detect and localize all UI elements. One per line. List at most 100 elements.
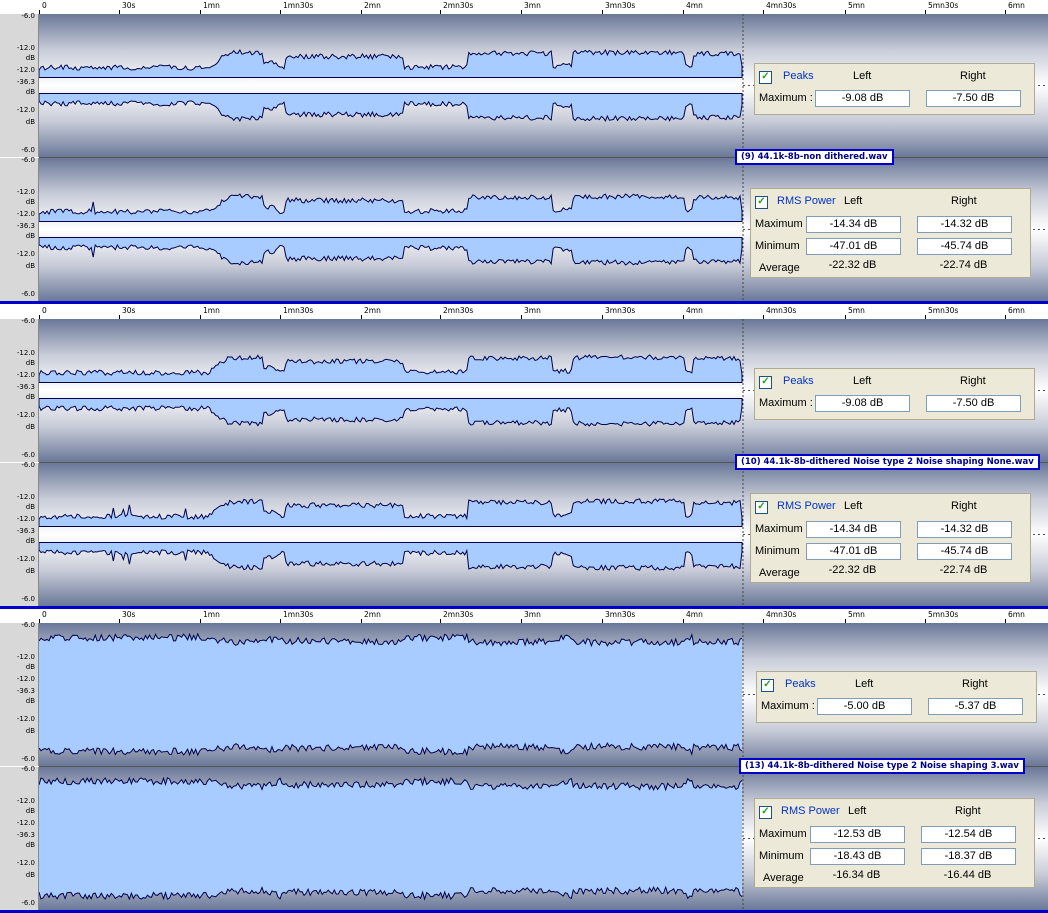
rms-minimum-label: Minimum	[755, 240, 800, 252]
ruler-tick-label: 1mn	[203, 306, 220, 315]
waveform-panel: 0 30s 1mn 1mn30s 2mn 2mn30s 3mn 3mn30s 4mn 4mn30s…	[0, 0, 1048, 304]
amplitude-axis-label: -6.0	[21, 461, 35, 469]
amplitude-axis-label: dB	[25, 807, 35, 815]
ruler-tick-label: 3mn	[524, 610, 541, 619]
peaks-max-left-value: -5.00 dB	[817, 698, 912, 715]
time-ruler[interactable]: 0 30s 1mn 1mn30s 2mn 2mn30s 3mn 3mn30s 4mn 4mn30s…	[0, 609, 1048, 624]
ruler-tick-label: 4mn30s	[766, 306, 797, 315]
amplitude-axis-label: -36.3	[16, 831, 35, 839]
ruler-tick-label: 5mn30s	[928, 610, 959, 619]
ruler-tick-label: 4mn	[686, 610, 703, 619]
rms-stats-box: ✓ RMS Power Left Right Maximum -14.34 dB -14.3…	[750, 188, 1031, 278]
amplitude-axis-label: dB	[25, 663, 35, 671]
ruler-tick-label: 30s	[122, 306, 136, 315]
amplitude-axis-label: -12.0	[16, 210, 35, 218]
rms-title: RMS Power	[777, 195, 836, 207]
amplitude-axis-label: dB	[25, 871, 35, 879]
rms-stats-box: ✓ RMS Power Left Right Maximum -12.53 dB -12.5…	[754, 798, 1035, 888]
rms-avg-right-value: -22.74 dB	[939, 259, 988, 271]
rms-max-left-value: -12.53 dB	[810, 826, 905, 843]
rms-maximum-label: Maximum	[755, 523, 803, 535]
amplitude-axis-label: -36.3	[16, 383, 35, 391]
peaks-title: Peaks	[783, 70, 814, 82]
amplitude-axis-label: -12.0	[16, 715, 35, 723]
waveform-panel: 0 30s 1mn 1mn30s 2mn 2mn30s 3mn 3mn30s 4mn 4mn30s…	[0, 305, 1048, 609]
peaks-title: Peaks	[783, 375, 814, 387]
amplitude-axis-label: -12.0	[16, 675, 35, 683]
amplitude-axis-label: -12.0	[16, 653, 35, 661]
file-title-label: (10) 44.1k-8b-dithered Noise type 2 Nois…	[735, 454, 1040, 470]
peaks-max-right-value: -5.37 dB	[928, 698, 1023, 715]
amplitude-axis-label: dB	[25, 54, 35, 62]
amplitude-axis-label: dB	[25, 841, 35, 849]
amplitude-axis-label: -12.0	[16, 66, 35, 74]
ruler-tick-label: 2mn	[364, 610, 381, 619]
ruler-tick-label: 1mn	[203, 1, 220, 10]
amplitude-axis-label: -12.0	[16, 371, 35, 379]
ruler-tick-label: 2mn30s	[443, 1, 474, 10]
amplitude-axis-label: dB	[25, 359, 35, 367]
file-title-label: (13) 44.1k-8b-dithered Noise type 2 Nois…	[739, 758, 1025, 774]
amplitude-axis-label: dB	[25, 423, 35, 431]
rms-avg-left-value: -22.32 dB	[828, 259, 877, 271]
peaks-stats-box: ✓ Peaks Left Right Maximum : -9.08 dB -7.50 dB	[754, 368, 1035, 420]
rms-right-header: Right	[955, 805, 981, 817]
peaks-maximum-label: Maximum :	[761, 700, 815, 712]
amplitude-axis-label: -12.0	[16, 106, 35, 114]
rms-min-left-value: -18.43 dB	[810, 848, 905, 865]
ruler-tick-label: 0	[42, 1, 47, 10]
amplitude-axis-label: -12.0	[16, 515, 35, 523]
amplitude-axis-label: -6.0	[21, 595, 35, 603]
ruler-tick-label: 6mn	[1008, 610, 1025, 619]
amplitude-axis-label: dB	[25, 262, 35, 270]
peaks-maximum-label: Maximum :	[759, 397, 813, 409]
time-ruler[interactable]: 0 30s 1mn 1mn30s 2mn 2mn30s 3mn 3mn30s 4mn 4mn30s…	[0, 305, 1048, 320]
peaks-stats-box: ✓ Peaks Left Right Maximum : -9.08 dB -7.50 dB	[754, 63, 1035, 115]
ruler-tick-label: 1mn30s	[283, 306, 314, 315]
peaks-title: Peaks	[785, 678, 816, 690]
amplitude-axis-label: -6.0	[21, 621, 35, 629]
rms-checkbox[interactable]: ✓	[755, 196, 768, 209]
amplitude-axis-label: -6.0	[21, 290, 35, 298]
rms-max-right-value: -14.32 dB	[917, 521, 1012, 538]
amplitude-axis-label: dB	[25, 567, 35, 575]
amplitude-axis: -6.0 -12.0 dB -12.0 -36.3 dB -12.0 dB -6.0	[0, 156, 39, 301]
ruler-tick-label: 3mn	[524, 1, 541, 10]
amplitude-axis-label: -12.0	[16, 250, 35, 258]
ruler-tick-label: 3mn30s	[605, 610, 636, 619]
ruler-tick-label: 4mn	[686, 1, 703, 10]
amplitude-axis: -6.0 -12.0 dB -12.0 -36.3 dB -12.0 dB -6.0	[0, 765, 39, 910]
ruler-tick-label: 1mn	[203, 610, 220, 619]
amplitude-axis-label: -6.0	[21, 12, 35, 20]
peaks-max-right-value: -7.50 dB	[926, 395, 1021, 412]
rms-right-header: Right	[951, 195, 977, 207]
amplitude-axis-label: -12.0	[16, 859, 35, 867]
peaks-right-header: Right	[960, 70, 986, 82]
rms-right-header: Right	[951, 500, 977, 512]
amplitude-axis-label: -12.0	[16, 44, 35, 52]
amplitude-axis-label: -12.0	[16, 797, 35, 805]
file-title-label: (9) 44.1k-8b-non dithered.wav	[735, 149, 894, 165]
ruler-tick-label: 6mn	[1008, 1, 1025, 10]
amplitude-axis-label: dB	[25, 393, 35, 401]
rms-left-header: Left	[844, 500, 863, 512]
rms-checkbox[interactable]: ✓	[759, 806, 772, 819]
rms-left-header: Left	[848, 805, 867, 817]
peaks-stats-box: ✓ Peaks Left Right Maximum : -5.00 dB -5.37 dB	[756, 671, 1037, 723]
amplitude-axis-label: -36.3	[16, 222, 35, 230]
rms-title: RMS Power	[777, 500, 836, 512]
ruler-tick-label: 5mn	[848, 306, 865, 315]
ruler-tick-label: 4mn30s	[766, 610, 797, 619]
panel-separator	[0, 301, 1048, 304]
peaks-checkbox[interactable]: ✓	[759, 71, 772, 84]
peaks-checkbox[interactable]: ✓	[761, 679, 774, 692]
amplitude-axis-label: dB	[25, 537, 35, 545]
amplitude-axis-label: dB	[25, 697, 35, 705]
rms-stats-box: ✓ RMS Power Left Right Maximum -14.34 dB -14.3…	[750, 493, 1031, 583]
peaks-max-right-value: -7.50 dB	[926, 90, 1021, 107]
peaks-checkbox[interactable]: ✓	[759, 376, 772, 389]
amplitude-axis-label: -12.0	[16, 349, 35, 357]
time-ruler[interactable]: 0 30s 1mn 1mn30s 2mn 2mn30s 3mn 3mn30s 4mn 4mn30s…	[0, 0, 1048, 15]
amplitude-axis-label: -6.0	[21, 146, 35, 154]
rms-checkbox[interactable]: ✓	[755, 501, 768, 514]
